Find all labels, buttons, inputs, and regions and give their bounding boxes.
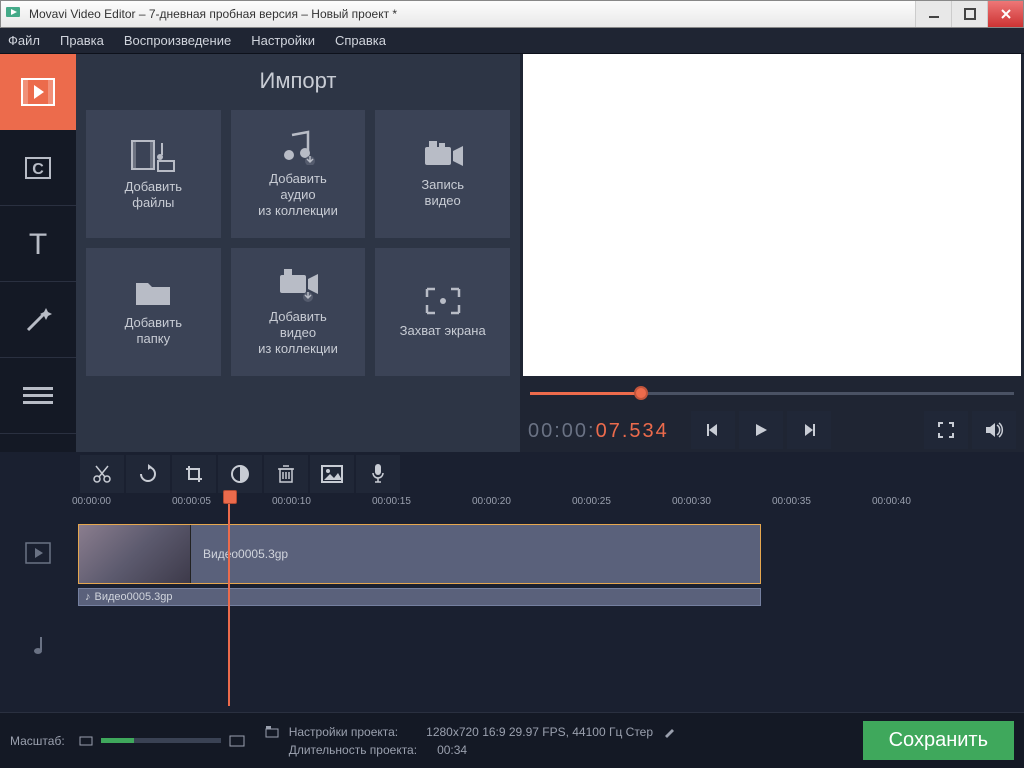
statusbar: Масштаб: Настройки проекта: 1280x720 16:…: [0, 712, 1024, 768]
prev-frame-button[interactable]: [691, 411, 735, 449]
menu-edit[interactable]: Правка: [60, 33, 104, 48]
menu-settings[interactable]: Настройки: [251, 33, 315, 48]
rotate-button[interactable]: [126, 455, 170, 493]
card-capture-screen[interactable]: Захват экрана: [375, 248, 510, 376]
menu-help[interactable]: Справка: [335, 33, 386, 48]
card-label: Добавить аудио из коллекции: [258, 171, 338, 220]
card-add-folder[interactable]: Добавить папку: [86, 248, 221, 376]
music-track-icon: [0, 606, 76, 686]
card-label: Добавить видео из коллекции: [258, 309, 338, 358]
edit-settings-icon[interactable]: [663, 726, 675, 738]
project-settings-value: 1280x720 16:9 29.97 FPS, 44100 Гц Стер: [426, 725, 653, 739]
note-icon: ♪: [85, 591, 91, 603]
preview-viewport: [523, 54, 1021, 376]
card-record-video[interactable]: Запись видео: [375, 110, 510, 238]
sidebar-titles[interactable]: T: [0, 206, 76, 282]
save-button[interactable]: Сохранить: [863, 721, 1014, 760]
window-close-button[interactable]: [987, 1, 1023, 27]
timeline-ruler[interactable]: 00:00:0000:00:0500:00:1000:00:1500:00:20…: [76, 496, 1024, 520]
window-title: Movavi Video Editor – 7-дневная пробная …: [29, 7, 915, 21]
timeline: 00:00:0000:00:0500:00:1000:00:1500:00:20…: [0, 496, 1024, 686]
audio-track-icon: [0, 586, 76, 606]
playhead[interactable]: [228, 496, 230, 706]
clip-filename: Видео0005.3gp: [203, 547, 288, 561]
card-label: Запись видео: [421, 177, 464, 210]
card-add-audio[interactable]: Добавить аудио из коллекции: [231, 110, 366, 238]
svg-text:C: C: [32, 161, 44, 178]
import-title: Импорт: [76, 54, 520, 102]
cut-button[interactable]: [80, 455, 124, 493]
video-track-icon: [0, 520, 76, 586]
app-icon: [5, 4, 25, 24]
card-label: Захват экрана: [400, 323, 486, 339]
card-label: Добавить папку: [125, 315, 182, 348]
color-button[interactable]: [218, 455, 262, 493]
sidebar-import[interactable]: [0, 54, 76, 130]
project-settings-label: Настройки проекта:: [289, 725, 398, 739]
settings-icon: [265, 725, 279, 739]
image-button[interactable]: [310, 455, 354, 493]
import-panel: Импорт Добавить файлы Добавить аудио из …: [76, 54, 520, 452]
edit-toolbar: [0, 452, 1024, 496]
window-minimize-button[interactable]: [915, 1, 951, 27]
audio-clip-filename: Видео0005.3gp: [95, 591, 173, 603]
sidebar-effects[interactable]: [0, 282, 76, 358]
zoom-label: Масштаб:: [10, 734, 65, 748]
menu-playback[interactable]: Воспроизведение: [124, 33, 231, 48]
card-add-files[interactable]: Добавить файлы: [86, 110, 221, 238]
sidebar: C T: [0, 54, 76, 452]
audio-clip[interactable]: ♪ Видео0005.3gp: [78, 588, 761, 606]
duration-value: 00:34: [437, 743, 467, 757]
menu-file[interactable]: Файл: [8, 33, 40, 48]
play-button[interactable]: [739, 411, 783, 449]
zoom-out-icon[interactable]: [79, 735, 93, 747]
window-titlebar: Movavi Video Editor – 7-дневная пробная …: [0, 0, 1024, 28]
svg-text:T: T: [29, 228, 47, 260]
volume-button[interactable]: [972, 411, 1016, 449]
fullscreen-button[interactable]: [924, 411, 968, 449]
zoom-in-icon[interactable]: [229, 734, 245, 748]
video-clip[interactable]: Видео0005.3gp: [78, 524, 761, 584]
sidebar-filters[interactable]: C: [0, 130, 76, 206]
clip-thumbnail: [79, 525, 191, 583]
timecode-display: 00:00:07.534: [528, 418, 669, 443]
preview-seekbar[interactable]: [530, 384, 1014, 402]
mic-button[interactable]: [356, 455, 400, 493]
menubar: Файл Правка Воспроизведение Настройки Сп…: [0, 28, 1024, 54]
window-maximize-button[interactable]: [951, 1, 987, 27]
track-lanes[interactable]: Видео0005.3gp ♪ Видео0005.3gp: [76, 520, 1024, 686]
card-add-video[interactable]: Добавить видео из коллекции: [231, 248, 366, 376]
card-label: Добавить файлы: [125, 179, 182, 212]
crop-button[interactable]: [172, 455, 216, 493]
next-frame-button[interactable]: [787, 411, 831, 449]
delete-button[interactable]: [264, 455, 308, 493]
sidebar-more[interactable]: [0, 358, 76, 434]
zoom-slider[interactable]: [101, 738, 221, 743]
duration-label: Длительность проекта:: [289, 743, 417, 757]
